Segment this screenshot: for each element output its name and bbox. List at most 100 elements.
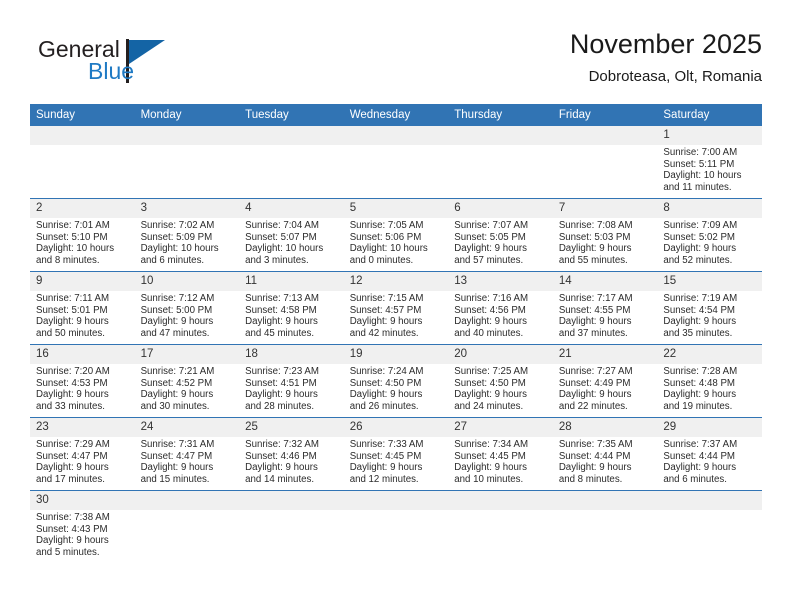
calendar-day-cell[interactable]: 19 Sunrise: 7:24 AM Sunset: 4:50 PM Dayligh… <box>343 344 449 418</box>
day-number: 6 <box>448 199 553 218</box>
calendar-day-cell[interactable]: 4 Sunrise: 7:04 AM Sunset: 5:07 PM Daylight… <box>239 198 344 272</box>
calendar-day-cell[interactable]: 10 Sunrise: 7:12 AM Sunset: 5:00 PM Dayligh… <box>134 271 240 345</box>
calendar-day-cell[interactable]: 22 Sunrise: 7:28 AM Sunset: 4:48 PM Dayligh… <box>657 344 762 418</box>
weekday-header-tuesday: Tuesday <box>239 104 344 126</box>
daylight-duration-cont: and 14 minutes. <box>245 473 315 485</box>
day-number: 4 <box>239 199 344 218</box>
calendar-empty-cell[interactable] <box>134 126 240 199</box>
calendar-day-cell[interactable]: 7 Sunrise: 7:08 AM Sunset: 5:03 PM Daylight… <box>552 198 658 272</box>
calendar-day-cell[interactable]: 23 Sunrise: 7:29 AM Sunset: 4:47 PM Dayligh… <box>30 417 135 491</box>
sunrise-time: Sunrise: 7:02 AM <box>140 220 215 231</box>
calendar-empty-cell[interactable] <box>30 126 135 199</box>
calendar-day-cell[interactable]: 8 Sunrise: 7:09 AM Sunset: 5:02 PM Daylight… <box>657 198 762 272</box>
calendar-day-cell[interactable]: 15 Sunrise: 7:19 AM Sunset: 4:54 PM Dayligh… <box>657 271 762 345</box>
day-number <box>239 491 344 510</box>
calendar-empty-cell[interactable] <box>657 490 762 563</box>
sunset-time: Sunset: 5:03 PM <box>558 231 631 243</box>
calendar-week-row: 30 Sunrise: 7:38 AM Sunset: 4:43 PM Dayligh… <box>30 490 762 563</box>
calendar-day-cell[interactable]: 26 Sunrise: 7:33 AM Sunset: 4:45 PM Dayligh… <box>343 417 449 491</box>
day-number: 9 <box>30 272 135 291</box>
calendar-day-cell[interactable]: 27 Sunrise: 7:34 AM Sunset: 4:45 PM Dayligh… <box>448 417 553 491</box>
sunset-time: Sunset: 4:43 PM <box>36 523 108 535</box>
daylight-duration-cont: and 24 minutes. <box>454 400 524 412</box>
sunrise-time: Sunrise: 7:15 AM <box>349 293 424 304</box>
calendar-day-cell[interactable]: 13 Sunrise: 7:16 AM Sunset: 4:56 PM Dayligh… <box>448 271 553 345</box>
sunset-time: Sunset: 4:44 PM <box>558 450 631 462</box>
calendar-grid: Sunday Monday Tuesday Wednesday Thursday… <box>30 104 762 563</box>
calendar-day-cell[interactable]: 2 Sunrise: 7:01 AM Sunset: 5:10 PM Daylight… <box>30 198 135 272</box>
calendar-day-cell[interactable]: 11 Sunrise: 7:13 AM Sunset: 4:58 PM Dayligh… <box>239 271 344 345</box>
daylight-duration: Daylight: 9 hours <box>36 462 109 474</box>
calendar-header-row: Sunday Monday Tuesday Wednesday Thursday… <box>30 104 762 126</box>
calendar-empty-cell[interactable] <box>343 126 449 199</box>
weekday-header-wednesday: Wednesday <box>343 104 449 126</box>
calendar-empty-cell[interactable] <box>448 490 553 563</box>
calendar-day-cell[interactable]: 12 Sunrise: 7:15 AM Sunset: 4:57 PM Dayligh… <box>343 271 449 345</box>
sunset-time: Sunset: 5:01 PM <box>36 304 108 316</box>
sunrise-time: Sunrise: 7:04 AM <box>245 220 319 231</box>
calendar-day-cell[interactable]: 3 Sunrise: 7:02 AM Sunset: 5:09 PM Daylight… <box>134 198 240 272</box>
calendar-day-cell[interactable]: 18 Sunrise: 7:23 AM Sunset: 4:51 PM Dayligh… <box>239 344 344 418</box>
sunset-time: Sunset: 4:54 PM <box>663 304 735 316</box>
calendar-day-cell[interactable]: 9 Sunrise: 7:11 AM Sunset: 5:01 PM Daylight… <box>30 271 135 345</box>
daylight-duration: Daylight: 9 hours <box>140 462 214 474</box>
calendar-day-cell[interactable]: 1 Sunrise: 7:00 AM Sunset: 5:11 PM Daylight… <box>657 126 762 199</box>
sunrise-time: Sunrise: 7:19 AM <box>663 293 738 304</box>
day-sun-details: Sunrise: 7:00 AM Sunset: 5:11 PM Daylight:… <box>657 145 762 193</box>
sunset-time: Sunset: 5:10 PM <box>36 231 108 243</box>
calendar-day-cell[interactable]: 21 Sunrise: 7:27 AM Sunset: 4:49 PM Dayligh… <box>552 344 658 418</box>
calendar-day-cell[interactable]: 24 Sunrise: 7:31 AM Sunset: 4:47 PM Dayligh… <box>134 417 240 491</box>
day-number: 23 <box>30 418 135 437</box>
day-sun-details: Sunrise: 7:34 AM Sunset: 4:45 PM Daylight:… <box>448 437 553 485</box>
calendar-day-cell[interactable]: 20 Sunrise: 7:25 AM Sunset: 4:50 PM Dayligh… <box>448 344 553 418</box>
day-number: 28 <box>552 418 658 437</box>
sunrise-time: Sunrise: 7:27 AM <box>558 366 633 377</box>
day-number <box>343 491 449 510</box>
calendar-empty-cell[interactable] <box>239 490 344 563</box>
daylight-duration-cont: and 42 minutes. <box>349 327 419 339</box>
daylight-duration-cont: and 55 minutes. <box>558 254 628 266</box>
brand-logo[interactable]: General Blue <box>30 36 250 92</box>
daylight-duration-cont: and 6 minutes. <box>663 473 727 485</box>
calendar-day-cell[interactable]: 14 Sunrise: 7:17 AM Sunset: 4:55 PM Dayligh… <box>552 271 658 345</box>
daylight-duration: Daylight: 9 hours <box>663 462 737 474</box>
day-number: 11 <box>239 272 344 291</box>
weekday-header-monday: Monday <box>134 104 240 126</box>
daylight-duration-cont: and 52 minutes. <box>663 254 733 266</box>
calendar-day-cell[interactable]: 30 Sunrise: 7:38 AM Sunset: 4:43 PM Dayligh… <box>30 490 135 563</box>
calendar-empty-cell[interactable] <box>134 490 240 563</box>
calendar-day-cell[interactable]: 5 Sunrise: 7:05 AM Sunset: 5:06 PM Daylight… <box>343 198 449 272</box>
page-title: November 2025 <box>569 29 762 59</box>
day-sun-details: Sunrise: 7:15 AM Sunset: 4:57 PM Daylight:… <box>344 291 449 339</box>
calendar-empty-cell[interactable] <box>552 126 658 199</box>
sunset-time: Sunset: 4:55 PM <box>558 304 631 316</box>
daylight-duration: Daylight: 10 hours <box>349 243 428 255</box>
calendar-day-cell[interactable]: 16 Sunrise: 7:20 AM Sunset: 4:53 PM Dayligh… <box>30 344 135 418</box>
sunset-time: Sunset: 5:05 PM <box>454 231 526 243</box>
calendar-day-cell[interactable]: 6 Sunrise: 7:07 AM Sunset: 5:05 PM Daylight… <box>448 198 553 272</box>
daylight-duration: Daylight: 10 hours <box>36 243 115 255</box>
calendar-page: General Blue November 2025 Dobroteasa, O… <box>0 0 792 612</box>
daylight-duration: Daylight: 9 hours <box>245 389 318 401</box>
calendar-day-cell[interactable]: 17 Sunrise: 7:21 AM Sunset: 4:52 PM Dayligh… <box>134 344 240 418</box>
daylight-duration-cont: and 8 minutes. <box>36 254 100 266</box>
daylight-duration-cont: and 47 minutes. <box>140 327 210 339</box>
day-sun-details: Sunrise: 7:20 AM Sunset: 4:53 PM Daylight:… <box>30 364 135 412</box>
calendar-day-cell[interactable]: 28 Sunrise: 7:35 AM Sunset: 4:44 PM Dayligh… <box>552 417 658 491</box>
sunset-time: Sunset: 4:45 PM <box>349 450 422 462</box>
calendar-week-row: 16 Sunrise: 7:20 AM Sunset: 4:53 PM Dayligh… <box>30 344 762 418</box>
day-sun-details: Sunrise: 7:31 AM Sunset: 4:47 PM Daylight:… <box>135 437 240 485</box>
sunrise-time: Sunrise: 7:23 AM <box>245 366 319 377</box>
calendar-day-cell[interactable]: 29 Sunrise: 7:37 AM Sunset: 4:44 PM Dayligh… <box>657 417 762 491</box>
calendar-empty-cell[interactable] <box>448 126 553 199</box>
calendar-empty-cell[interactable] <box>552 490 658 563</box>
day-number: 13 <box>448 272 553 291</box>
calendar-empty-cell[interactable] <box>343 490 449 563</box>
daylight-duration-cont: and 10 minutes. <box>454 473 524 485</box>
day-sun-details: Sunrise: 7:21 AM Sunset: 4:52 PM Daylight:… <box>135 364 240 412</box>
calendar-day-cell[interactable]: 25 Sunrise: 7:32 AM Sunset: 4:46 PM Dayligh… <box>239 417 344 491</box>
calendar-empty-cell[interactable] <box>239 126 344 199</box>
day-number: 24 <box>134 418 240 437</box>
day-sun-details: Sunrise: 7:25 AM Sunset: 4:50 PM Daylight:… <box>448 364 553 412</box>
daylight-duration-cont: and 28 minutes. <box>245 400 315 412</box>
